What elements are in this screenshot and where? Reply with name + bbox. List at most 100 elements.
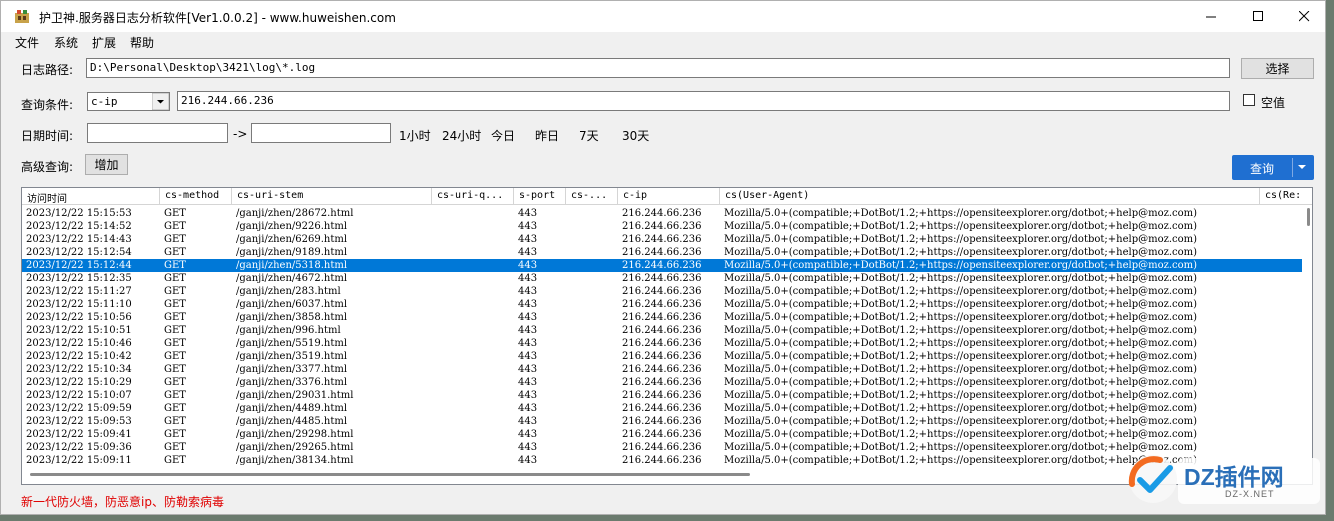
table-row[interactable]: 2023/12/22 15:14:43 GET/ganji/zhen/6269.h… [22,233,1302,246]
table-cell: 2023/12/22 15:14:43 [26,234,132,245]
table-row[interactable]: 2023/12/22 15:15:53 GET/ganji/zhen/28672.… [22,207,1302,220]
window-title: 护卫神.服务器日志分析软件[Ver1.0.0.2] - www.huweishe… [39,11,396,25]
table-cell [432,311,514,324]
table-cell: GET [164,208,186,219]
table-cell: Mozilla/5.0+(compatible;+DotBot/1.2;+htt… [724,325,1198,336]
table-row[interactable]: 2023/12/22 15:12:54 GET/ganji/zhen/9189.h… [22,246,1302,259]
log-path-input[interactable]: D:\Personal\Desktop\3421\log\*.log [86,58,1230,78]
table-row[interactable]: 2023/12/22 15:10:51 GET/ganji/zhen/996.ht… [22,324,1302,337]
chevron-down-icon[interactable] [1297,164,1307,171]
vertical-scroll-thumb[interactable] [1307,208,1310,226]
minimize-button[interactable] [1188,1,1234,32]
query-value-input[interactable]: 216.244.66.236 [177,91,1230,111]
range-today[interactable]: 今日 [491,127,515,144]
table-cell: 443 [518,351,538,362]
table-cell: 216.244.66.236 [622,364,702,375]
chevron-down-icon [152,93,169,110]
table-cell: 216.244.66.236 [622,325,702,336]
table-row[interactable]: 2023/12/22 15:09:36 GET/ganji/zhen/29265.… [22,441,1302,454]
table-cell: 443 [518,208,538,219]
table-row[interactable]: 2023/12/22 15:12:35 GET/ganji/zhen/4672.h… [22,272,1302,285]
table-row[interactable]: 2023/12/22 15:09:53 GET/ganji/zhen/4485.h… [22,415,1302,428]
table-cell: Mozilla/5.0+(compatible;+DotBot/1.2;+htt… [724,338,1198,349]
table-cell: Mozilla/5.0+(compatible;+DotBot/1.2;+htt… [724,364,1198,375]
table-row[interactable]: 2023/12/22 15:09:41 GET/ganji/zhen/29298.… [22,428,1302,441]
range-30-days[interactable]: 30天 [622,127,649,144]
table-row[interactable]: 2023/12/22 15:10:46 GET/ganji/zhen/5519.h… [22,337,1302,350]
menu-help[interactable]: 帮助 [130,34,154,51]
range-yesterday[interactable]: 昨日 [535,127,559,144]
column-header[interactable]: cs-uri-stem [232,188,432,205]
column-header[interactable]: cs-... [566,188,618,205]
table-row[interactable]: 2023/12/22 15:09:59 GET/ganji/zhen/4489.h… [22,402,1302,415]
log-table[interactable]: 访问时间 cs-method cs-uri-stem cs-uri-q... s-por… [21,187,1313,485]
query-field-select[interactable]: c-ip [87,92,170,111]
table-cell: Mozilla/5.0+(compatible;+DotBot/1.2;+htt… [724,312,1198,323]
choose-button[interactable]: 选择 [1241,58,1314,79]
horizontal-scrollbar[interactable] [22,466,1302,484]
column-header[interactable]: cs-uri-q... [432,188,514,205]
table-cell: 2023/12/22 15:09:41 [26,429,132,440]
table-cell: /ganji/zhen/6037.html [236,299,348,310]
vertical-scrollbar[interactable] [1302,206,1312,466]
table-cell: 216.244.66.236 [622,312,702,323]
table-cell [432,363,514,376]
table-cell [432,259,514,272]
table-cell: 443 [518,312,538,323]
table-cell [566,376,618,389]
table-cell: 443 [518,325,538,336]
column-header[interactable]: cs(User-Agent) [720,188,1260,205]
table-cell [566,428,618,441]
table-cell: /ganji/zhen/283.html [236,286,341,297]
table-row[interactable]: 2023/12/22 15:14:52 GET/ganji/zhen/9226.h… [22,220,1302,233]
table-row[interactable]: 2023/12/22 15:10:34 GET/ganji/zhen/3377.h… [22,363,1302,376]
column-header[interactable]: 访问时间 [22,188,160,205]
table-cell: 443 [518,234,538,245]
menu-file[interactable]: 文件 [15,34,39,51]
close-button[interactable] [1281,1,1327,32]
table-cell: 216.244.66.236 [622,208,702,219]
empty-value-checkbox[interactable] [1243,94,1255,106]
maximize-button[interactable] [1235,1,1281,32]
range-7-days[interactable]: 7天 [579,127,599,144]
table-cell [566,415,618,428]
date-to-input[interactable] [251,123,391,143]
table-cell: 2023/12/22 15:10:56 [26,312,132,323]
table-row[interactable]: 2023/12/22 15:10:56 GET/ganji/zhen/3858.h… [22,311,1302,324]
horizontal-scroll-thumb[interactable] [30,473,750,476]
table-cell [566,389,618,402]
table-cell: GET [164,234,186,245]
range-1-hour[interactable]: 1小时 [399,127,431,144]
table-row[interactable]: 2023/12/22 15:10:07 GET/ganji/zhen/29031.… [22,389,1302,402]
column-header[interactable]: cs-method [160,188,232,205]
table-row[interactable]: 2023/12/22 15:11:27 GET/ganji/zhen/283.ht… [22,285,1302,298]
menu-extend[interactable]: 扩展 [92,34,116,51]
table-cell: 2023/12/22 15:10:34 [26,364,132,375]
table-cell [566,363,618,376]
table-cell: GET [164,247,186,258]
column-header[interactable]: s-port [514,188,566,205]
range-24-hours[interactable]: 24小时 [442,127,481,144]
add-condition-button[interactable]: 增加 [85,154,128,175]
table-cell [432,402,514,415]
table-cell: 2023/12/22 15:10:29 [26,377,132,388]
table-row[interactable]: 2023/12/22 15:11:10 GET/ganji/zhen/6037.h… [22,298,1302,311]
table-cell: 216.244.66.236 [622,286,702,297]
table-cell [566,337,618,350]
table-row[interactable]: 2023/12/22 15:10:29 GET/ganji/zhen/3376.h… [22,376,1302,389]
column-header[interactable]: c-ip [618,188,720,205]
table-cell [432,441,514,454]
column-header[interactable]: cs(Re: [1260,188,1312,205]
table-row[interactable]: 2023/12/22 15:12:44 GET/ganji/zhen/5318.h… [22,258,1303,273]
table-cell: 216.244.66.236 [622,351,702,362]
date-from-input[interactable] [87,123,228,143]
menu-system[interactable]: 系统 [54,34,78,51]
app-window: 护卫神.服务器日志分析软件[Ver1.0.0.2] - www.huweishe… [0,0,1326,515]
table-cell [432,298,514,311]
table-cell: GET [164,429,186,440]
query-button[interactable]: 查询 [1232,155,1314,180]
table-row[interactable]: 2023/12/22 15:10:42 GET/ganji/zhen/3519.h… [22,350,1302,363]
table-cell: Mozilla/5.0+(compatible;+DotBot/1.2;+htt… [724,416,1198,427]
table-cell [566,350,618,363]
table-cell [432,233,514,246]
